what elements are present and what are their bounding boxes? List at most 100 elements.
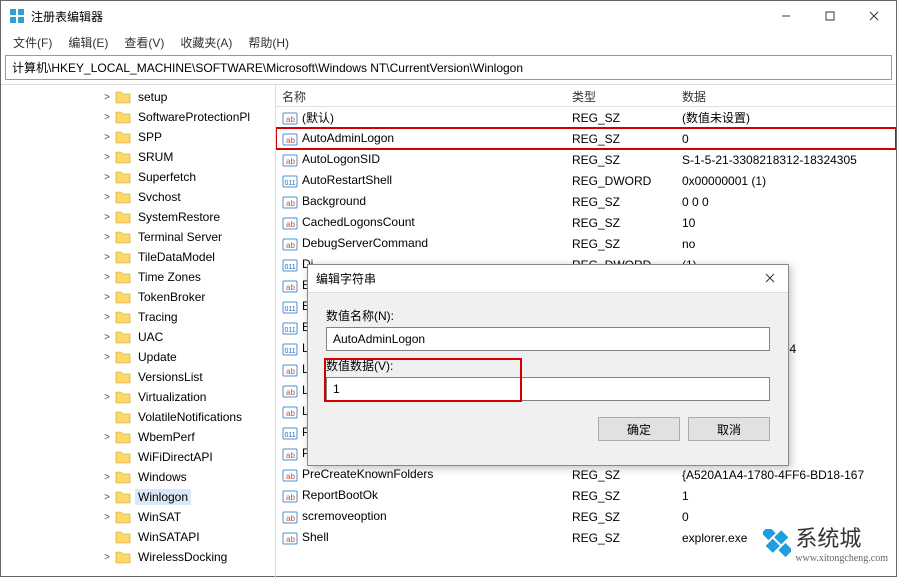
ok-button[interactable]: 确定 xyxy=(598,417,680,441)
value-name: DebugServerCommand xyxy=(302,236,428,250)
expand-collapse-icon[interactable]: > xyxy=(101,332,113,343)
value-name: PreCreateKnownFolders xyxy=(302,467,433,481)
tree-item[interactable]: >Svchost xyxy=(1,187,275,207)
menu-item[interactable]: 文件(F) xyxy=(5,32,60,53)
menu-item[interactable]: 编辑(E) xyxy=(60,32,116,53)
cancel-button[interactable]: 取消 xyxy=(688,417,770,441)
tree-item-label: Tracing xyxy=(135,309,181,325)
tree-item[interactable]: >WbemPerf xyxy=(1,427,275,447)
address-bar[interactable]: 计算机\HKEY_LOCAL_MACHINE\SOFTWARE\Microsof… xyxy=(5,55,892,80)
minimize-button[interactable] xyxy=(764,1,808,31)
folder-icon xyxy=(115,230,131,244)
tree-item[interactable]: VolatileNotifications xyxy=(1,407,275,427)
expand-collapse-icon[interactable]: > xyxy=(101,192,113,203)
watermark-main: 系统城 xyxy=(795,526,861,551)
tree-item-label: Time Zones xyxy=(135,269,204,285)
tree-item[interactable]: > Superfetch xyxy=(1,167,275,187)
tree-item[interactable]: >UAC xyxy=(1,327,275,347)
svg-text:ab: ab xyxy=(286,388,295,397)
dialog-title: 编辑字符串 xyxy=(316,270,760,287)
value-type-icon: ab xyxy=(282,194,298,210)
value-data: S-1-5-21-3308218312-18324305 xyxy=(676,152,896,168)
folder-icon xyxy=(115,410,131,424)
menu-item[interactable]: 查看(V) xyxy=(116,32,172,53)
list-row[interactable]: abBackgroundREG_SZ0 0 0 xyxy=(276,191,896,212)
value-name: scremoveoption xyxy=(302,509,387,523)
list-row[interactable]: abPreCreateKnownFoldersREG_SZ{A520A1A4-1… xyxy=(276,464,896,485)
tree-item[interactable]: > Tracing xyxy=(1,307,275,327)
expand-collapse-icon[interactable]: > xyxy=(101,312,113,323)
value-data: {A520A1A4-1780-4FF6-BD18-167 xyxy=(676,467,896,483)
value-type: REG_SZ xyxy=(566,215,676,231)
tree-item[interactable]: >Terminal Server xyxy=(1,227,275,247)
list-row[interactable]: abCachedLogonsCountREG_SZ10 xyxy=(276,212,896,233)
value-data-input[interactable] xyxy=(326,377,770,401)
list-row[interactable]: 011AutoRestartShellREG_DWORD0x00000001 (… xyxy=(276,170,896,191)
menu-item[interactable]: 收藏夹(A) xyxy=(172,32,240,53)
dialog-titlebar[interactable]: 编辑字符串 xyxy=(308,265,788,293)
col-header-data[interactable]: 数据 xyxy=(676,85,896,106)
tree-item[interactable]: >TokenBroker xyxy=(1,287,275,307)
expand-collapse-icon[interactable]: > xyxy=(101,352,113,363)
dialog-close-button[interactable] xyxy=(760,272,780,286)
tree-item[interactable]: >Update xyxy=(1,347,275,367)
value-type: REG_SZ xyxy=(566,110,676,126)
menu-item[interactable]: 帮助(H) xyxy=(240,32,297,53)
tree-item[interactable]: >WinSAT xyxy=(1,507,275,527)
value-data: 0 xyxy=(676,131,896,147)
tree-item-label: VolatileNotifications xyxy=(135,409,245,425)
maximize-button[interactable] xyxy=(808,1,852,31)
expand-collapse-icon[interactable]: > xyxy=(101,392,113,403)
folder-icon xyxy=(115,330,131,344)
tree-item[interactable]: >TileDataModel xyxy=(1,247,275,267)
edit-string-dialog: 编辑字符串 数值名称(N): 数值数据(V): 确定 取消 xyxy=(307,264,789,466)
expand-collapse-icon[interactable]: > xyxy=(101,212,113,223)
expand-collapse-icon[interactable]: > xyxy=(101,512,113,523)
col-header-type[interactable]: 类型 xyxy=(566,85,676,106)
expand-collapse-icon[interactable]: > xyxy=(101,172,113,183)
expand-collapse-icon[interactable]: > xyxy=(101,552,113,563)
tree-item[interactable]: >Winlogon xyxy=(1,487,275,507)
tree-item[interactable]: >WirelessDocking xyxy=(1,547,275,567)
tree-item[interactable]: WiFiDirectAPI xyxy=(1,447,275,467)
value-type-icon: ab xyxy=(282,446,298,462)
svg-text:ab: ab xyxy=(286,157,295,166)
expand-collapse-icon[interactable]: > xyxy=(101,472,113,483)
value-data: 10 xyxy=(676,215,896,231)
tree-item[interactable]: > Time Zones xyxy=(1,267,275,287)
tree-item[interactable]: WinSATAPI xyxy=(1,527,275,547)
list-row[interactable]: abReportBootOkREG_SZ1 xyxy=(276,485,896,506)
tree-item[interactable]: >Windows xyxy=(1,467,275,487)
expand-collapse-icon[interactable]: > xyxy=(101,432,113,443)
value-name: AutoRestartShell xyxy=(302,173,392,187)
value-type: REG_SZ xyxy=(566,509,676,525)
expand-collapse-icon[interactable]: > xyxy=(101,272,113,283)
expand-collapse-icon[interactable]: > xyxy=(101,92,113,103)
expand-collapse-icon[interactable]: > xyxy=(101,132,113,143)
expand-collapse-icon[interactable]: > xyxy=(101,292,113,303)
tree-panel[interactable]: >setup>SoftwareProtectionPl>SPP>SRUM>Sup… xyxy=(1,85,276,579)
tree-item[interactable]: VersionsList xyxy=(1,367,275,387)
expand-collapse-icon[interactable]: > xyxy=(101,232,113,243)
tree-item-label: Superfetch xyxy=(135,169,199,185)
expand-collapse-icon[interactable]: > xyxy=(101,492,113,503)
list-row[interactable]: abAutoAdminLogonREG_SZ0 xyxy=(276,128,896,149)
tree-item[interactable]: >SystemRestore xyxy=(1,207,275,227)
close-button[interactable] xyxy=(852,1,896,31)
tree-item[interactable]: >SPP xyxy=(1,127,275,147)
value-name: (默认) xyxy=(302,111,334,125)
value-name-input[interactable] xyxy=(326,327,770,351)
list-row[interactable]: abAutoLogonSIDREG_SZS-1-5-21-3308218312-… xyxy=(276,149,896,170)
expand-collapse-icon[interactable]: > xyxy=(101,252,113,263)
expand-collapse-icon[interactable]: > xyxy=(101,152,113,163)
col-header-name[interactable]: 名称 xyxy=(276,85,566,106)
value-name: Background xyxy=(302,194,366,208)
expand-collapse-icon[interactable]: > xyxy=(101,112,113,123)
list-row[interactable]: ab(默认)REG_SZ(数值未设置) xyxy=(276,107,896,128)
tree-item[interactable]: >setup xyxy=(1,87,275,107)
list-row[interactable]: abDebugServerCommandREG_SZno xyxy=(276,233,896,254)
tree-item[interactable]: >Virtualization xyxy=(1,387,275,407)
value-type-icon: 011 xyxy=(282,173,298,189)
tree-item[interactable]: >SoftwareProtectionPl xyxy=(1,107,275,127)
tree-item[interactable]: >SRUM xyxy=(1,147,275,167)
